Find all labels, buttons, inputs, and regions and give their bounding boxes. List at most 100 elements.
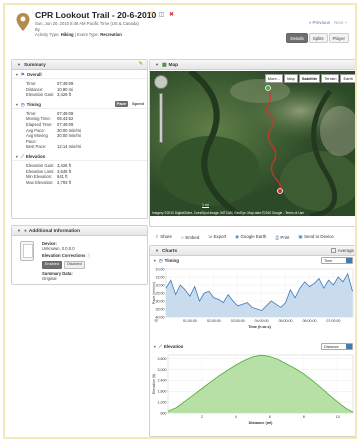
event-type[interactable]: Recreation — [100, 32, 122, 37]
timing-rows: Time: 07:49:09 Moving Time: 05:43:52 Elaps… — [12, 109, 147, 152]
timing-x-select[interactable]: Time — [321, 257, 353, 264]
corrections-disabled-button[interactable]: Disabled — [63, 260, 85, 269]
additional-info-header[interactable]: ▼ ● Additional Information — [12, 226, 147, 236]
print-icon: ⎙ — [275, 234, 279, 240]
y-tick-label: 30:00 — [156, 299, 165, 303]
elevation-chart: 3,600 3,000 2,400 1,800 1,200 600 2 4 6 8 10 Elevat… — [152, 354, 354, 425]
elevation-icon: ⟋ — [20, 153, 24, 159]
map-earth-button[interactable]: Earth — [340, 74, 355, 83]
tab-details[interactable]: Details — [286, 33, 308, 43]
device-value: Unknown, 0.0.0.0 — [42, 246, 75, 252]
elevation-section-header[interactable]: ▼ ⟋ Elevation — [12, 152, 147, 161]
info-icon: ● — [23, 229, 27, 234]
list-item: Elevation Gain: 3,426 ft — [26, 92, 71, 98]
overall-section-header[interactable]: ▼ ⚑ Overall — [12, 70, 147, 79]
embed-button[interactable]: ‹› Embed — [181, 235, 199, 240]
share-icon: ⇪ — [155, 234, 159, 239]
x-tick-label: 05:00:00 — [279, 319, 293, 323]
elevation-chart-header[interactable]: ▼ ⟋ Elevation Distance — [150, 342, 355, 351]
location-pin-icon — [16, 13, 30, 31]
summary-header[interactable]: ▼ Summary ✎ — [12, 60, 147, 70]
x-tick-label: 10 — [336, 415, 340, 419]
map-terrain-button[interactable]: Terrain — [321, 74, 340, 83]
y-tick-label: 10:00 — [156, 267, 165, 271]
edit-icon[interactable]: ✎ — [149, 12, 154, 18]
next-link[interactable]: Next » — [334, 20, 347, 25]
map-satellite-button[interactable]: Satellite — [298, 74, 321, 83]
share-button[interactable]: ⇪ Share — [155, 234, 172, 240]
speed-toggle[interactable]: Speed — [132, 101, 144, 106]
y-tick-label: 600 — [161, 411, 167, 415]
activity-datetime: Sun, Jun 20, 2010 8:48 AM Pacific Time (… — [35, 21, 139, 26]
previous-link[interactable]: « Previous — [309, 20, 330, 25]
satellite-map[interactable]: More... Map Satellite Terrain Earth 1 mi… — [150, 71, 355, 216]
map-imagery — [150, 71, 355, 216]
x-tick-label: 2 — [201, 415, 203, 419]
map-more-button[interactable]: More... — [264, 74, 284, 83]
list-item: Avg Moving Pace: 30:00 min/mi — [26, 133, 81, 144]
google-earth-button[interactable]: ◉ Google Earth — [235, 234, 266, 240]
y-tick-label: 15:00 — [156, 275, 165, 279]
map-zoom-slider[interactable] — [159, 93, 163, 143]
activity-type[interactable]: Hiking — [61, 32, 74, 37]
zoom-icon: ⊕ — [154, 318, 158, 324]
view-tabs: Details Splits Player — [286, 33, 349, 43]
help-icon[interactable]: ⓘ — [86, 253, 90, 258]
print-button[interactable]: ⎙ Print — [275, 235, 289, 240]
clock-icon: ◷ — [20, 101, 25, 107]
edit-icon[interactable]: ✎ — [139, 61, 143, 67]
pace-chart: 10:0015:0020:0025:0030:0035:0040:0001:00… — [152, 267, 354, 329]
summary-panel: ▼ Summary ✎ ▼ ⚑ Overall Time: 07:49:09 Distan… — [11, 59, 148, 219]
x-tick-label: 06:00:00 — [302, 319, 316, 323]
share-icon[interactable]: ◫ — [159, 12, 165, 18]
x-tick-label: 07:00:00 — [326, 319, 340, 323]
corrections-enabled-button[interactable]: Enabled — [42, 260, 62, 269]
clock-icon: ◷ — [158, 258, 163, 263]
timing-section-header[interactable]: ▼ ◷ Timing Pace Speed — [12, 100, 147, 109]
additional-info-body: Device: Unknown, 0.0.0.0 Elevation Corre… — [42, 241, 91, 282]
x-tick-label: 01:00:00 — [183, 319, 197, 323]
overall-rows: Time: 07:49:09 Distance: 10.90 mi Elevatio… — [12, 79, 147, 100]
timing-chart-header[interactable]: ▼ ◷ Timing Time — [150, 256, 355, 265]
elevation-x-select[interactable]: Distance — [321, 343, 353, 350]
export-button[interactable]: ⇲ Export — [208, 234, 226, 240]
list-item: Best Pace: 12:14 min/mi — [26, 144, 81, 150]
map-scale: 1 mi — [202, 202, 209, 208]
charts-header[interactable]: ▼ Charts Average — [150, 246, 355, 256]
activity-by: By — [35, 26, 40, 32]
y-axis-label: Elevation (ft) — [152, 374, 156, 394]
device-icon — [20, 241, 34, 261]
device-send-icon: ▣ — [298, 234, 303, 239]
delete-icon[interactable]: ✖ — [169, 12, 174, 18]
map-header[interactable]: ▼ ▦ Map — [150, 60, 355, 70]
map-pan-control[interactable] — [154, 75, 168, 89]
x-tick-label: 04:00:00 — [255, 319, 269, 323]
pace-toggle[interactable]: Pace — [114, 100, 128, 107]
elevation-rows: Elevation Gain: 3,426 ft Elevation Loss: 3… — [12, 161, 147, 187]
list-item: Max Elevation: 3,793 ft — [26, 179, 71, 185]
y-tick-label: 3,600 — [158, 357, 167, 361]
charts-panel: ▼ Charts Average ▼ ◷ Timing Time 10:00 15:00… — [149, 245, 355, 437]
share-toolbar: ⇪ Share ‹› Embed ⇲ Export ◉ Google Earth ⎙ Pr… — [149, 231, 355, 243]
x-axis-label: Distance (mi) — [249, 421, 274, 425]
app-frame: CPR Lookout Trail - 20-6-2010 ✎ ◫ ✖ Sun,… — [3, 3, 357, 439]
map-icon: ▦ — [161, 63, 167, 68]
average-checkbox[interactable]: Average — [330, 248, 354, 254]
map-panel: ▼ ▦ Map More... Map Satellite Terrain Ea… — [149, 59, 355, 227]
send-to-device-button[interactable]: ▣ Send to Device — [298, 234, 333, 240]
additional-info-panel: ▼ ● Additional Information Device: Unknown… — [11, 225, 148, 285]
y-tick-label: 1,800 — [158, 390, 167, 394]
map-map-button[interactable]: Map — [284, 74, 298, 83]
x-tick-label: 02:00:00 — [207, 319, 221, 323]
tab-splits[interactable]: Splits — [308, 33, 328, 43]
y-tick-label: 20:00 — [156, 283, 165, 287]
activity-header: CPR Lookout Trail - 20-6-2010 ✎ ◫ ✖ Sun,… — [11, 10, 351, 52]
map-copyright: Imagery ©2010 DigitalGlobe, Cnes/Spot Im… — [152, 211, 304, 215]
flag-icon: ⚑ — [20, 72, 25, 77]
y-tick-label: 3,000 — [158, 368, 167, 372]
y-tick-label: 35:00 — [156, 307, 165, 311]
y-tick-label: 2,400 — [158, 379, 167, 383]
tab-player[interactable]: Player — [328, 33, 349, 43]
activity-nav: « Previous Next » — [309, 20, 347, 25]
activity-title: CPR Lookout Trail - 20-6-2010 — [35, 10, 157, 20]
